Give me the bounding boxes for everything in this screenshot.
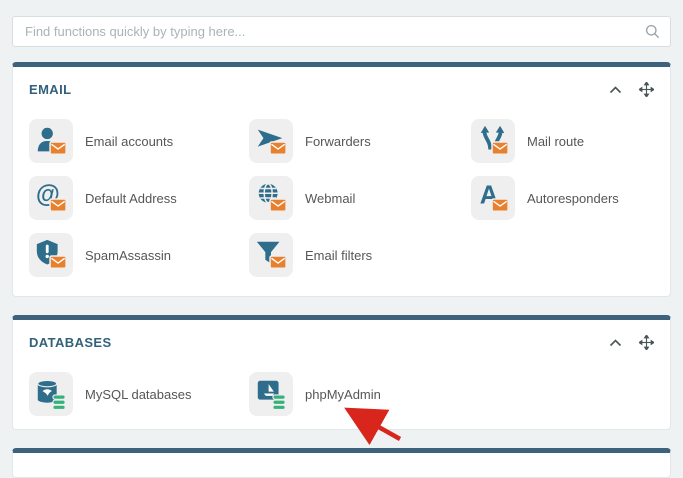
feature-item-spamassassin[interactable]: SpamAssassin: [29, 233, 249, 277]
feature-label: Mail route: [527, 133, 585, 149]
mysql-databases-icon: [29, 372, 73, 416]
chevron-up-icon[interactable]: [608, 82, 623, 97]
feature-label: Email filters: [305, 247, 373, 263]
databases-section-header: DATABASES: [13, 320, 670, 350]
feature-label: SpamAssassin: [85, 247, 171, 263]
section-title-databases: DATABASES: [29, 335, 112, 350]
section-card-email: EMAIL Email accounts Forwarders Mail rou…: [12, 62, 671, 297]
spamassassin-icon: [29, 233, 73, 277]
email-accounts-icon: [29, 119, 73, 163]
forwarders-icon: [249, 119, 293, 163]
email-section-header: EMAIL: [13, 67, 670, 97]
feature-label: Email accounts: [85, 133, 174, 149]
feature-label: Webmail: [305, 190, 356, 206]
section-card-partial: [12, 448, 671, 478]
search-input[interactable]: [25, 24, 645, 39]
feature-label: Forwarders: [305, 133, 371, 149]
webmail-icon: [249, 176, 293, 220]
feature-item-autoresponders[interactable]: A Autoresponders: [471, 176, 654, 220]
feature-label: Autoresponders: [527, 190, 619, 206]
feature-item-forwarders[interactable]: Forwarders: [249, 119, 471, 163]
feature-label: Default Address: [85, 190, 177, 206]
feature-item-email-filters[interactable]: Email filters: [249, 233, 471, 277]
feature-item-email-accounts[interactable]: Email accounts: [29, 119, 249, 163]
search-icon[interactable]: [645, 24, 660, 39]
default-address-icon: @: [29, 176, 73, 220]
feature-item-webmail[interactable]: Webmail: [249, 176, 471, 220]
feature-item-default-address[interactable]: @ Default Address: [29, 176, 249, 220]
move-icon[interactable]: [639, 82, 654, 97]
move-icon[interactable]: [639, 335, 654, 350]
section-title-email: EMAIL: [29, 82, 72, 97]
autoresponders-icon: A: [471, 176, 515, 220]
feature-item-phpmyadmin[interactable]: phpMyAdmin: [249, 372, 471, 416]
feature-item-mail-route[interactable]: Mail route: [471, 119, 654, 163]
feature-item-mysql-databases[interactable]: MySQL databases: [29, 372, 249, 416]
section-card-databases: DATABASES MySQL databases phpMyAdmin: [12, 315, 671, 430]
function-search-bar: [12, 16, 671, 47]
email-filters-icon: [249, 233, 293, 277]
chevron-up-icon[interactable]: [608, 335, 623, 350]
feature-label: MySQL databases: [85, 386, 192, 402]
phpmyadmin-icon: [249, 372, 293, 416]
cpanel-home-page: EMAIL: [0, 0, 683, 478]
feature-label: phpMyAdmin: [305, 386, 381, 402]
mail-route-icon: [471, 119, 515, 163]
